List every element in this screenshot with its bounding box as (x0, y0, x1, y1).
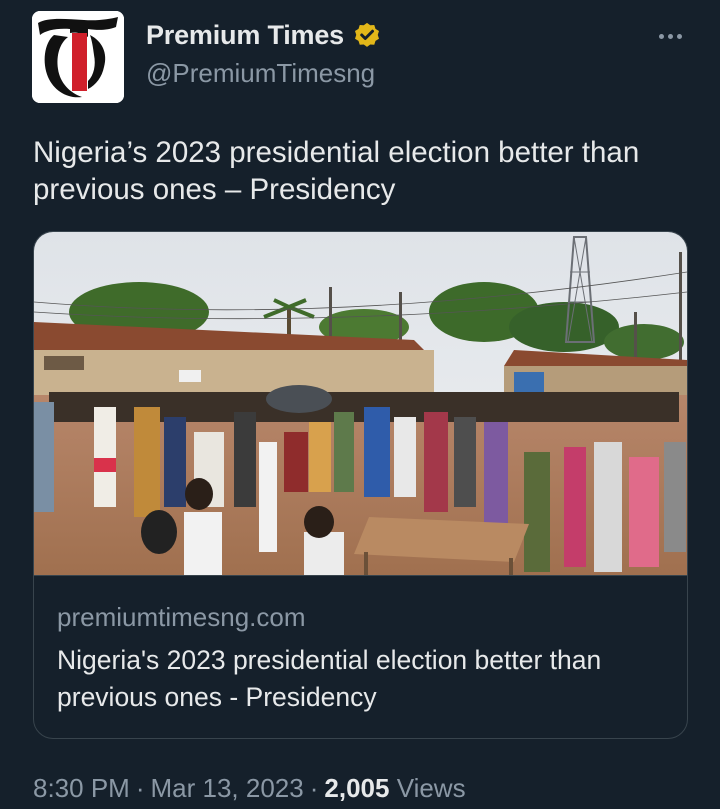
more-options-button[interactable] (652, 22, 688, 50)
views-label: Views (396, 773, 466, 803)
tweet-text: Nigeria’s 2023 presidential election bet… (33, 136, 640, 206)
tweet-time[interactable]: 8:30 PM (33, 773, 130, 803)
more-horizontal-icon (658, 33, 664, 39)
tweet-meta: 8:30 PM · Mar 13, 2023 · 2,005 Views (33, 773, 466, 804)
author-name-row: Premium Times (146, 20, 382, 51)
verified-badge-icon[interactable] (352, 21, 382, 51)
author-handle[interactable]: @PremiumTimesng (146, 58, 375, 89)
author-avatar[interactable]: T (32, 11, 124, 103)
author-display-name[interactable]: Premium Times (146, 20, 344, 51)
card-divider (34, 575, 687, 576)
more-horizontal-icon-dot (676, 33, 682, 39)
meta-separator: · (309, 773, 319, 803)
views-count: 2,005 (324, 773, 390, 803)
card-image[interactable] (34, 232, 687, 575)
link-preview-card[interactable]: premiumtimesng.com Nigeria's 2023 presid… (33, 231, 688, 739)
card-title: Nigeria's 2023 presidential election bet… (57, 645, 602, 712)
premium-times-logo: T (32, 11, 124, 103)
meta-separator: · (135, 773, 145, 803)
card-domain: premiumtimesng.com (57, 602, 306, 632)
tweet-date[interactable]: Mar 13, 2023 (151, 773, 304, 803)
more-horizontal-icon-dot (667, 33, 673, 39)
